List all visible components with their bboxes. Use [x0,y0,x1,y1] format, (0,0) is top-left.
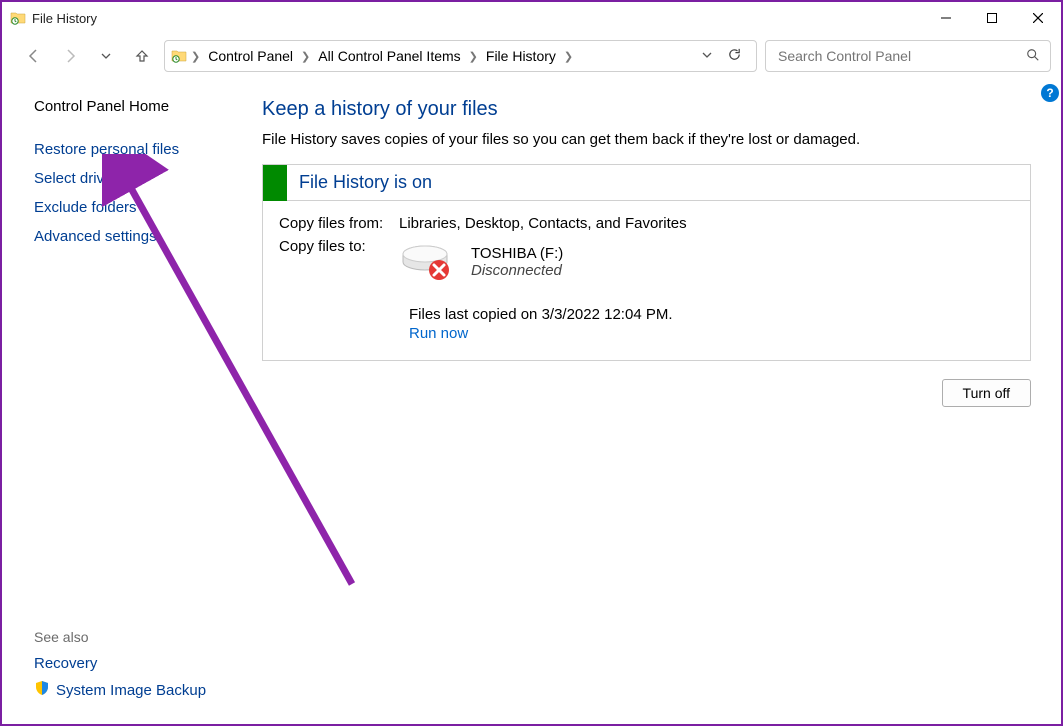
address-dropdown-icon[interactable] [701,48,713,64]
address-bar[interactable]: ❯ Control Panel ❯ All Control Panel Item… [164,40,757,72]
recent-dropdown[interactable] [92,42,120,70]
search-box[interactable] [765,40,1051,72]
status-panel: File History is on Copy files from: Libr… [262,164,1031,361]
chevron-right-icon[interactable]: ❯ [299,50,312,63]
drive-status: Disconnected [471,262,563,279]
system-image-backup-link[interactable]: System Image Backup [34,680,236,700]
turn-off-button[interactable]: Turn off [942,379,1031,407]
up-button[interactable] [128,42,156,70]
filehistory-app-icon [10,10,26,26]
recovery-link[interactable]: Recovery [34,655,236,672]
copy-from-value: Libraries, Desktop, Contacts, and Favori… [399,215,687,238]
run-now-link[interactable]: Run now [409,325,468,342]
search-input[interactable] [776,47,1026,65]
window-title: File History [32,11,97,26]
see-also-item-label: Recovery [34,655,97,672]
control-panel-home-link[interactable]: Control Panel Home [34,98,236,115]
forward-button[interactable] [56,42,84,70]
exclude-folders-link[interactable]: Exclude folders [34,199,236,216]
restore-personal-files-link[interactable]: Restore personal files [34,141,236,158]
see-also-label: See also [34,629,236,645]
sidebar: Control Panel Home Restore personal file… [2,78,252,724]
status-title: File History is on [287,172,432,193]
addressbar-folder-icon [171,48,187,64]
page-heading: Keep a history of your files [262,98,1031,121]
close-button[interactable] [1015,2,1061,34]
drive-name: TOSHIBA (F:) [471,245,563,262]
status-indicator-icon [263,165,287,201]
see-also-item-label: System Image Backup [56,682,206,699]
minimize-button[interactable] [923,2,969,34]
select-drive-link[interactable]: Select drive [34,170,236,187]
copy-from-label: Copy files from: [279,215,399,238]
search-icon[interactable] [1026,48,1040,65]
drive-disconnected-icon [399,238,457,286]
title-bar: File History [2,2,1061,34]
chevron-right-icon[interactable]: ❯ [562,50,575,63]
crumb-file-history[interactable]: File History [482,48,560,64]
page-description: File History saves copies of your files … [262,131,1031,148]
chevron-right-icon[interactable]: ❯ [189,50,202,63]
crumb-all-items[interactable]: All Control Panel Items [314,48,464,64]
shield-icon [34,680,50,700]
advanced-settings-link[interactable]: Advanced settings [34,228,236,245]
last-copied-text: Files last copied on 3/3/2022 12:04 PM. [409,306,1014,323]
main-content: Keep a history of your files File Histor… [252,78,1061,724]
copy-to-label: Copy files to: [279,238,399,292]
navigation-bar: ❯ Control Panel ❯ All Control Panel Item… [2,34,1061,78]
maximize-button[interactable] [969,2,1015,34]
crumb-control-panel[interactable]: Control Panel [204,48,297,64]
refresh-button[interactable] [727,47,742,65]
chevron-right-icon[interactable]: ❯ [467,50,480,63]
back-button[interactable] [20,42,48,70]
